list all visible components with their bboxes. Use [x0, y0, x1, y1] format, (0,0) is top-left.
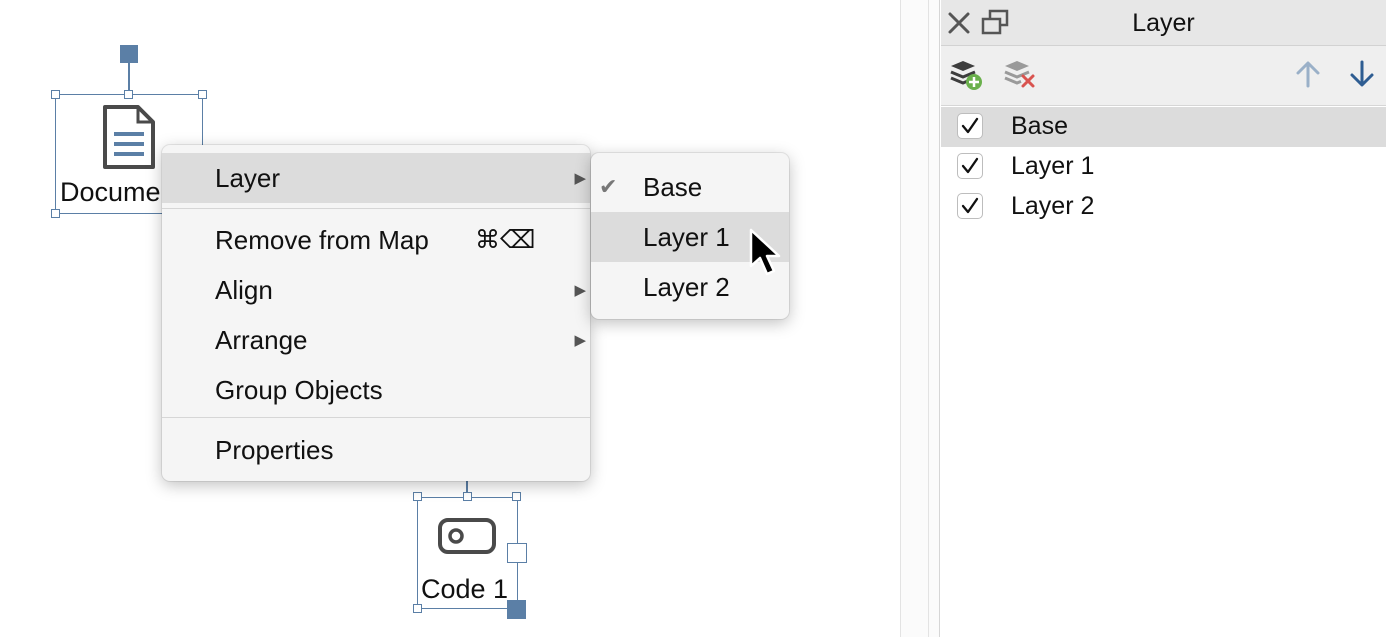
submenu-arrow-icon: ▶: [574, 332, 586, 349]
layer-row-base[interactable]: Base: [941, 107, 1386, 147]
panel-title: Layer: [1132, 9, 1195, 37]
submenu-arrow-icon: ▶: [574, 282, 586, 299]
move-layer-down-icon[interactable]: [1349, 60, 1375, 93]
context-menu: Layer ▶ Remove from Map ⌘⌫ Align ▶ Arran…: [162, 145, 590, 481]
add-layer-icon[interactable]: [949, 58, 983, 97]
menu-item-remove-from-map[interactable]: Remove from Map ⌘⌫: [162, 215, 590, 265]
connector-handle-right[interactable]: [507, 543, 527, 563]
resize-handle-nw[interactable]: [413, 492, 422, 501]
submenu-item-label: Base: [643, 172, 703, 202]
code-icon: [438, 518, 496, 559]
resize-handle-sw[interactable]: [51, 209, 60, 218]
menu-item-label: Properties: [215, 435, 334, 465]
submenu-item-label: Layer 2: [643, 272, 730, 302]
menu-item-label: Remove from Map: [215, 225, 429, 255]
menu-item-align[interactable]: Align ▶: [162, 265, 590, 315]
panel-toolbar: [941, 46, 1386, 106]
code-node-label: Code 1: [421, 574, 509, 604]
layer-label: Base: [1011, 112, 1068, 140]
submenu-arrow-icon: ▶: [574, 170, 586, 187]
connector-handle-top[interactable]: [120, 45, 138, 63]
layer-visibility-checkbox[interactable]: [957, 113, 983, 139]
submenu-item-label: Layer 1: [643, 222, 730, 252]
panel-header: Layer: [941, 0, 1386, 46]
move-layer-up-icon[interactable]: [1295, 60, 1321, 93]
resize-handle-ne[interactable]: [198, 90, 207, 99]
layer-visibility-checkbox[interactable]: [957, 153, 983, 179]
mouse-pointer-icon: [748, 228, 788, 278]
connector-handle-bottom-right[interactable]: [507, 600, 526, 619]
menu-item-arrange[interactable]: Arrange ▶: [162, 315, 590, 365]
menu-separator: [162, 417, 590, 418]
menu-item-layer[interactable]: Layer ▶: [162, 153, 590, 203]
menu-item-group-objects[interactable]: Group Objects: [162, 365, 590, 415]
remove-layer-icon[interactable]: [1003, 58, 1037, 97]
menu-item-label: Arrange: [215, 325, 308, 355]
resize-handle-ne[interactable]: [512, 492, 521, 501]
layer-row-layer-1[interactable]: Layer 1: [941, 147, 1386, 187]
menu-shortcut: ⌘⌫: [475, 226, 536, 254]
resize-handle-n[interactable]: [124, 90, 133, 99]
layer-panel: Layer Base Layer 1 Layer 2: [941, 0, 1386, 637]
resize-handle-n[interactable]: [463, 492, 472, 501]
menu-separator: [162, 208, 590, 209]
layer-label: Layer 1: [1011, 152, 1095, 180]
layer-row-layer-2[interactable]: Layer 2: [941, 187, 1386, 227]
menu-item-label: Align: [215, 275, 273, 305]
panel-divider[interactable]: [900, 0, 940, 637]
document-icon: [102, 104, 156, 175]
menu-item-label: Layer: [215, 163, 281, 193]
menu-item-label: Group Objects: [215, 375, 383, 405]
layer-visibility-checkbox[interactable]: [957, 193, 983, 219]
menu-item-properties[interactable]: Properties: [162, 425, 590, 475]
checkmark-icon: ✔: [599, 174, 618, 199]
resize-handle-sw[interactable]: [413, 604, 422, 613]
resize-handle-nw[interactable]: [51, 90, 60, 99]
submenu-item-base[interactable]: ✔ Base: [591, 162, 789, 212]
layer-label: Layer 2: [1011, 192, 1095, 220]
